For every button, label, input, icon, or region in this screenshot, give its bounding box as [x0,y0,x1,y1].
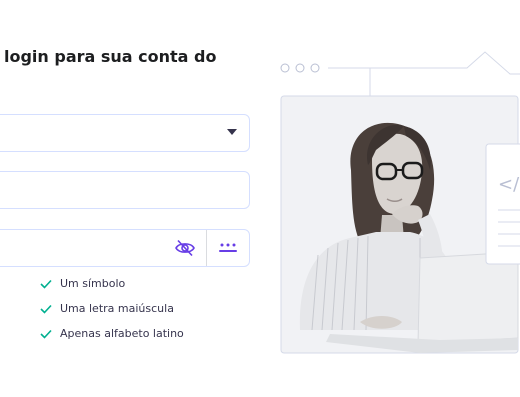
code-window-card: </ [485,143,520,265]
code-icon: </ [498,174,520,195]
window-dots [280,63,320,73]
decorative-lines [328,51,520,96]
login-illustration: </ [280,51,520,354]
